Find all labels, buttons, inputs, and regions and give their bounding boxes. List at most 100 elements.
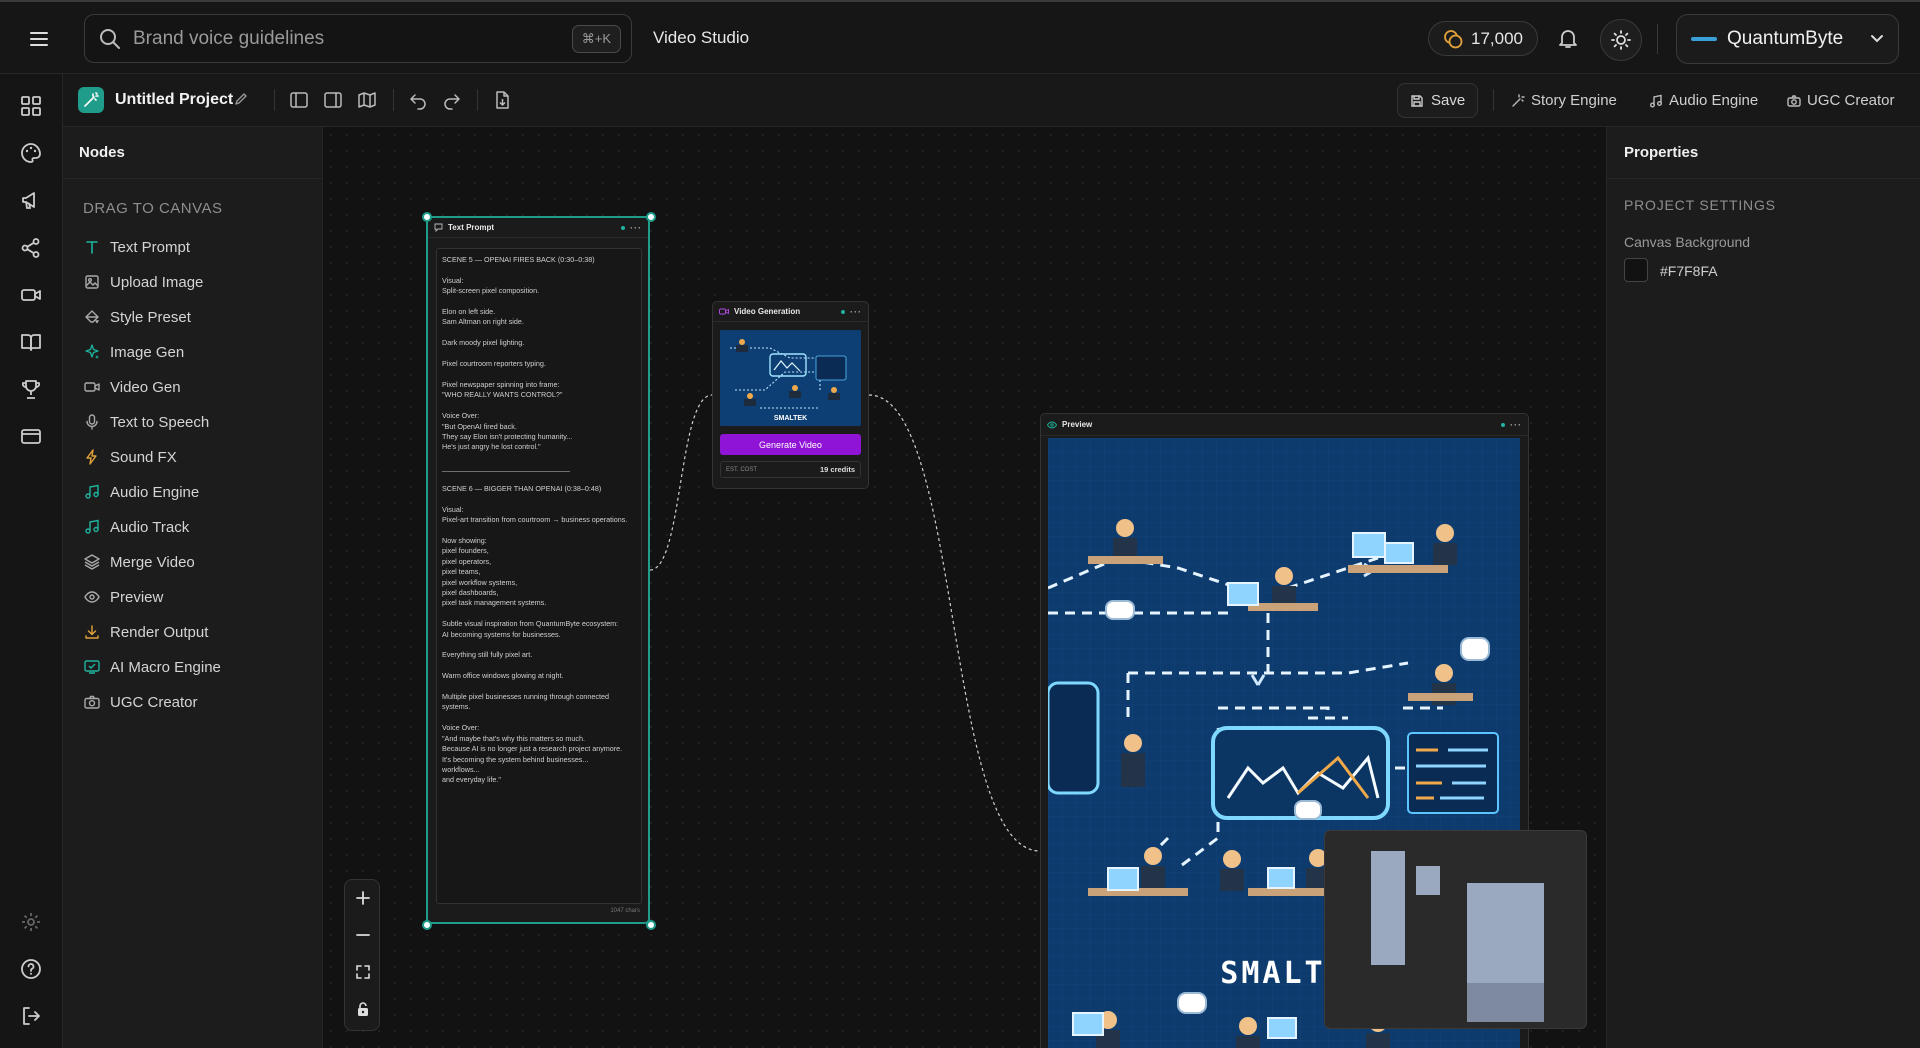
node-item-label: Preview bbox=[110, 588, 164, 606]
cost-label: EST. COST bbox=[726, 466, 758, 473]
magic-wand-icon bbox=[78, 87, 104, 113]
divider bbox=[477, 89, 478, 111]
project-name[interactable]: Untitled Project bbox=[115, 91, 233, 109]
logout-icon[interactable] bbox=[19, 1004, 43, 1028]
left-panel-icon[interactable] bbox=[289, 90, 309, 110]
resize-handle[interactable] bbox=[646, 212, 656, 222]
node-item-audio-track[interactable]: Audio Track bbox=[83, 515, 189, 539]
story-engine-link[interactable]: Story Engine bbox=[1511, 92, 1617, 109]
resize-handle[interactable] bbox=[646, 920, 656, 930]
help-icon[interactable] bbox=[19, 957, 43, 981]
top-bar: ⌘+K Video Studio 17,000 QuantumByte bbox=[0, 0, 1920, 74]
menu-icon[interactable] bbox=[22, 24, 56, 54]
bolt-icon bbox=[83, 448, 101, 466]
node-title: Text Prompt bbox=[448, 223, 495, 232]
node-header[interactable]: Preview ··· bbox=[1041, 414, 1528, 436]
fit-view-icon[interactable] bbox=[352, 961, 374, 983]
divider bbox=[274, 89, 275, 111]
paint-bucket-icon bbox=[83, 308, 101, 326]
credits-badge[interactable]: 17,000 bbox=[1428, 21, 1538, 56]
node-header[interactable]: Video Generation ··· bbox=[713, 302, 868, 322]
sun-icon bbox=[1611, 30, 1631, 50]
map-icon[interactable] bbox=[357, 90, 377, 110]
node-item-image-gen[interactable]: Image Gen bbox=[83, 340, 184, 364]
coins-icon bbox=[1443, 29, 1463, 49]
video-camera-icon[interactable] bbox=[19, 283, 43, 307]
canvas-background-value[interactable]: #F7F8FA bbox=[1660, 263, 1718, 279]
mic-icon bbox=[83, 413, 101, 431]
resize-handle[interactable] bbox=[422, 212, 432, 222]
redo-icon[interactable] bbox=[442, 90, 462, 110]
nodes-panel: Nodes DRAG TO CANVAS Text Prompt Upload … bbox=[63, 127, 323, 1048]
avatar bbox=[1691, 37, 1717, 41]
node-item-merge-video[interactable]: Merge Video bbox=[83, 550, 195, 574]
floppy-icon bbox=[1410, 94, 1424, 108]
node-item-text-to-speech[interactable]: Text to Speech bbox=[83, 410, 209, 434]
node-item-preview[interactable]: Preview bbox=[83, 585, 163, 609]
node-item-ai-macro-engine[interactable]: AI Macro Engine bbox=[83, 655, 221, 679]
search-box[interactable]: ⌘+K bbox=[84, 14, 632, 63]
properties-panel: Properties PROJECT SETTINGS Canvas Backg… bbox=[1606, 127, 1920, 1048]
node-item-sound-fx[interactable]: Sound FX bbox=[83, 445, 177, 469]
node-item-ugc-creator[interactable]: UGC Creator bbox=[83, 690, 198, 714]
account-name: QuantumByte bbox=[1727, 28, 1844, 49]
shortcut-hint: ⌘+K bbox=[571, 24, 621, 53]
dashboard-grid-icon[interactable] bbox=[19, 94, 43, 118]
search-input[interactable] bbox=[133, 27, 572, 50]
image-icon bbox=[83, 273, 101, 291]
account-switcher[interactable]: QuantumByte bbox=[1676, 14, 1899, 64]
export-file-icon[interactable] bbox=[492, 90, 512, 110]
node-item-video-gen[interactable]: Video Gen bbox=[83, 375, 181, 399]
generate-video-button[interactable]: Generate Video bbox=[720, 434, 861, 455]
nodes-title: Nodes bbox=[63, 127, 322, 179]
zoom-out-icon[interactable] bbox=[352, 924, 374, 946]
node-item-style-preset[interactable]: Style Preset bbox=[83, 305, 191, 329]
megaphone-icon[interactable] bbox=[19, 188, 43, 212]
status-dot bbox=[1501, 422, 1505, 427]
canvas-background-swatch[interactable] bbox=[1624, 258, 1648, 282]
save-button[interactable]: Save bbox=[1397, 83, 1479, 118]
node-item-label: Video Gen bbox=[110, 378, 181, 396]
trophy-icon[interactable] bbox=[19, 377, 43, 401]
node-item-label: UGC Creator bbox=[110, 693, 198, 711]
zoom-in-icon[interactable] bbox=[352, 887, 374, 909]
resize-handle[interactable] bbox=[422, 920, 432, 930]
video-icon bbox=[83, 378, 101, 396]
text-prompt-node[interactable]: Text Prompt ··· SCENE 5 — OPENAI FIRES B… bbox=[426, 216, 650, 924]
node-item-label: Style Preset bbox=[110, 308, 191, 326]
node-canvas[interactable]: Text Prompt ··· SCENE 5 — OPENAI FIRES B… bbox=[323, 127, 1606, 1048]
gear-icon[interactable] bbox=[19, 910, 43, 934]
prompt-textarea[interactable]: SCENE 5 — OPENAI FIRES BACK (0:30–0:38) … bbox=[436, 248, 642, 904]
node-item-upload-image[interactable]: Upload Image bbox=[83, 270, 203, 294]
left-rail bbox=[0, 74, 63, 1048]
theme-toggle-button[interactable] bbox=[1600, 19, 1642, 61]
lock-icon[interactable] bbox=[352, 998, 374, 1020]
undo-icon[interactable] bbox=[408, 90, 428, 110]
chat-icon bbox=[434, 223, 443, 232]
video-thumbnail: SMALTEK bbox=[720, 330, 861, 426]
ugc-creator-link[interactable]: UGC Creator bbox=[1787, 92, 1895, 109]
node-item-audio-engine[interactable]: Audio Engine bbox=[83, 480, 199, 504]
more-icon[interactable]: ··· bbox=[850, 307, 862, 317]
minimap[interactable] bbox=[1324, 830, 1587, 1029]
status-dot bbox=[621, 225, 625, 230]
node-item-label: Audio Track bbox=[110, 518, 190, 536]
node-item-render-output[interactable]: Render Output bbox=[83, 620, 208, 644]
palette-icon[interactable] bbox=[19, 141, 43, 165]
credit-card-icon[interactable] bbox=[19, 424, 43, 448]
node-item-text-prompt[interactable]: Text Prompt bbox=[83, 235, 190, 259]
pencil-icon[interactable] bbox=[233, 91, 251, 109]
credits-value: 17,000 bbox=[1471, 28, 1523, 48]
bell-icon[interactable] bbox=[1556, 26, 1582, 52]
audio-engine-link[interactable]: Audio Engine bbox=[1649, 92, 1758, 109]
node-title: Preview bbox=[1062, 420, 1093, 429]
node-header[interactable]: Text Prompt ··· bbox=[428, 218, 648, 238]
more-icon[interactable]: ··· bbox=[1510, 420, 1522, 430]
video-generation-node[interactable]: Video Generation ··· SMALTEK Generate Vi… bbox=[712, 301, 869, 489]
book-icon[interactable] bbox=[19, 330, 43, 354]
share-icon[interactable] bbox=[19, 236, 43, 260]
studio-title: Video Studio bbox=[653, 28, 750, 47]
right-panel-icon[interactable] bbox=[323, 90, 343, 110]
node-item-label: Merge Video bbox=[110, 553, 195, 571]
more-icon[interactable]: ··· bbox=[630, 223, 642, 233]
